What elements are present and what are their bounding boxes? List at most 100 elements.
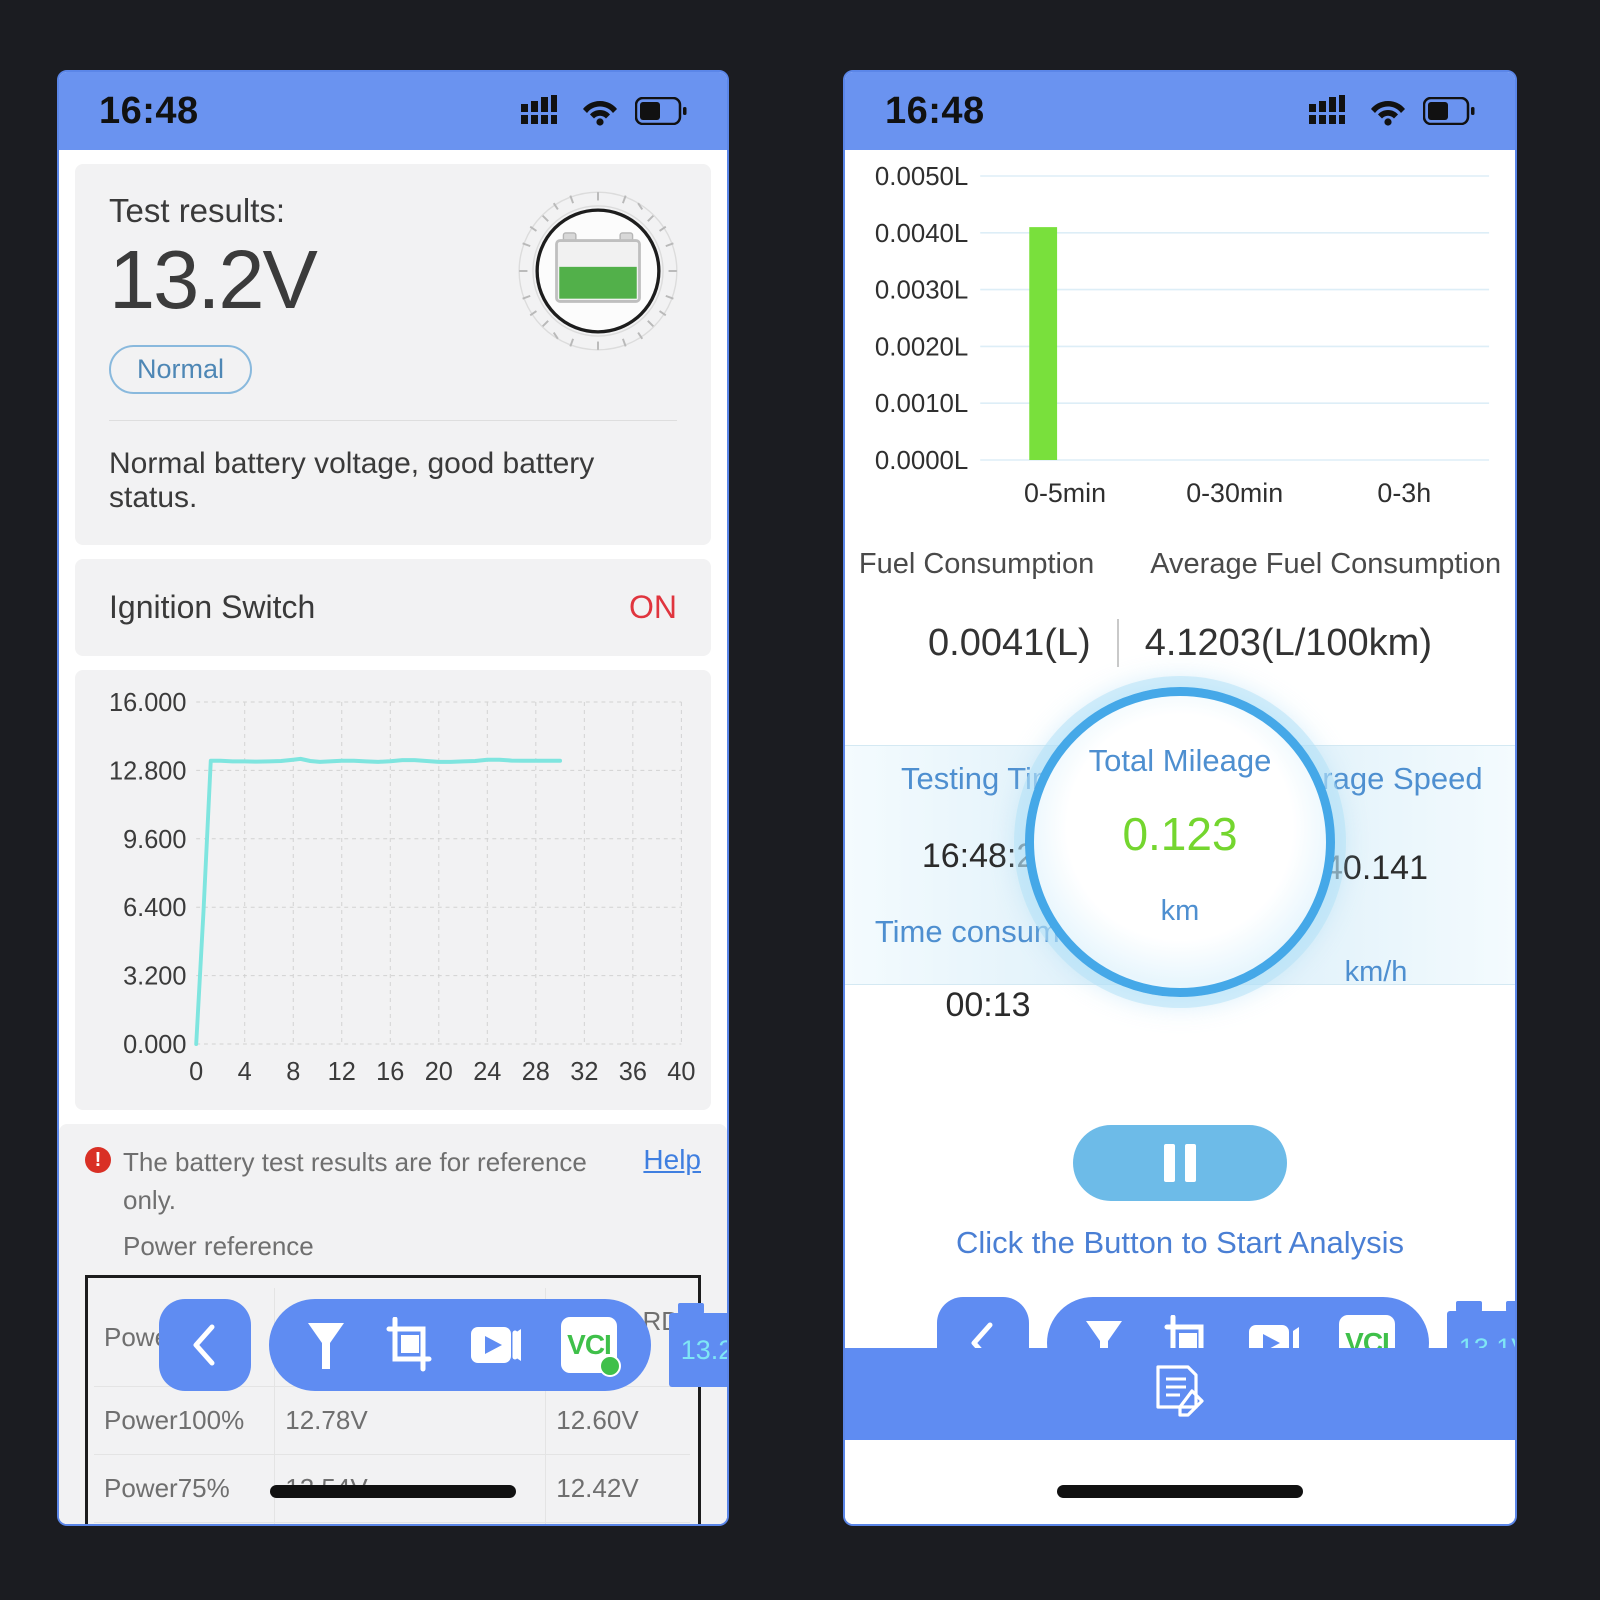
table-cell: 12.60V <box>545 1386 690 1456</box>
svg-text:0.0040L: 0.0040L <box>875 220 968 248</box>
table-cell: Power75% <box>94 1454 276 1524</box>
fuel-legend: Fuel Consumption Average Fuel Consumptio… <box>845 548 1515 581</box>
power-reference-text: Power reference <box>123 1230 314 1261</box>
table-cell: 12.78V <box>274 1386 547 1456</box>
svg-text:0.000: 0.000 <box>123 1031 186 1059</box>
table-cell: 12.30V <box>274 1522 547 1524</box>
home-indicator-left <box>270 1485 516 1498</box>
mileage-gauge-block: Testing Time 16:48:21 Time consuming 00:… <box>845 677 1515 1107</box>
fuel-consumption-value: 0.0041(L) <box>928 621 1091 664</box>
chevron-left-icon <box>193 1324 215 1366</box>
legend-item-fuel: Fuel Consumption <box>858 548 1095 580</box>
warning-icon: ! <box>85 1147 111 1174</box>
toolbar-actions-left: VCI <box>269 1299 651 1391</box>
svg-text:8: 8 <box>286 1058 300 1086</box>
battery-body: 13.2V <box>669 1313 727 1387</box>
car-battery-gauge-icon <box>518 191 678 351</box>
help-link[interactable]: Help <box>643 1144 701 1176</box>
phone-left: 16:48 Test results: 13.2V Normal Normal … <box>57 70 729 1526</box>
legend-item-average-fuel: Average Fuel Consumption <box>1150 548 1502 580</box>
wifi-icon <box>1371 101 1405 126</box>
reference-note-text: The battery test results are for referen… <box>123 1147 587 1215</box>
analysis-hint-text: Click the Button to Start Analysis <box>956 1225 1404 1260</box>
table-cell: 12.42V <box>545 1454 690 1524</box>
voltage-chart-svg: 0.000 3.200 6.400 9.600 12.800 16.000 0 4 8 12 16 2… <box>109 689 695 1086</box>
pause-icon <box>1185 1144 1196 1182</box>
vehicle-battery-badge[interactable]: 13.2V <box>669 1303 729 1387</box>
svg-text:32: 32 <box>570 1058 598 1086</box>
svg-text:0.0020L: 0.0020L <box>875 333 968 361</box>
video-record-icon[interactable] <box>469 1321 527 1369</box>
time-consuming-value: 00:13 <box>945 986 1031 1024</box>
phone-right: 16:48 0.0000L 0.0010L 0.0020L 0.0030L 0.… <box>843 70 1517 1526</box>
svg-text:0-3h: 0-3h <box>1377 478 1431 508</box>
svg-text:0.0000L: 0.0000L <box>875 447 968 475</box>
svg-text:6.400: 6.400 <box>123 894 186 922</box>
status-bar-left: 16:48 <box>59 72 727 150</box>
table-cell: 12.24V <box>545 1522 690 1524</box>
svg-text:36: 36 <box>619 1058 647 1086</box>
voltage-line-chart: 0.000 3.200 6.400 9.600 12.800 16.000 0 4 8 12 16 2… <box>91 688 695 1096</box>
cellular-signal-icon <box>521 95 557 124</box>
screenshot-crop-icon[interactable] <box>383 1317 435 1373</box>
status-time: 16:48 <box>99 89 199 132</box>
status-icons <box>1309 95 1475 127</box>
battery-icon <box>1423 97 1475 125</box>
svg-text:4: 4 <box>238 1058 252 1086</box>
battery-terminal-right <box>728 1303 729 1314</box>
svg-text:0-30min: 0-30min <box>1186 478 1283 508</box>
ignition-switch-label: Ignition Switch <box>109 589 316 626</box>
svg-text:24: 24 <box>473 1058 501 1086</box>
screen-right: 0.0000L 0.0010L 0.0020L 0.0030L 0.0040L 0.005… <box>845 162 1515 1524</box>
total-mileage-unit: km <box>1160 894 1200 927</box>
status-time: 16:48 <box>885 89 985 132</box>
svg-text:12: 12 <box>328 1058 356 1086</box>
fuel-values-row: 0.0041(L) 4.1203(L/100km) <box>845 619 1515 667</box>
svg-text:40: 40 <box>667 1058 695 1086</box>
total-mileage-label: Total Mileage <box>1088 742 1272 778</box>
home-indicator-right <box>1057 1485 1303 1498</box>
battery-voltage-label: 13.2V <box>680 1334 727 1365</box>
svg-text:0.0010L: 0.0010L <box>875 390 968 418</box>
report-footer-bar[interactable] <box>845 1348 1515 1440</box>
test-results-description: Normal battery voltage, good battery sta… <box>109 447 595 515</box>
status-icons <box>521 95 687 127</box>
screen-left: Test results: 13.2V Normal Normal batter… <box>59 164 729 1524</box>
table-cell: Power100% <box>94 1386 276 1456</box>
ignition-switch-row[interactable]: Ignition Switch ON <box>75 559 711 657</box>
status-bar-right: 16:48 <box>845 72 1515 150</box>
ignition-switch-value: ON <box>629 589 677 626</box>
cellular-signal-icon <box>1309 95 1345 124</box>
report-edit-icon <box>1156 1365 1204 1417</box>
svg-text:20: 20 <box>425 1058 453 1086</box>
total-mileage-value: 0.123 <box>1122 807 1238 860</box>
svg-text:3.200: 3.200 <box>123 962 186 990</box>
reference-note-line: ! The battery test results are for refer… <box>85 1144 701 1219</box>
battery-icon <box>635 97 687 125</box>
table-row: Power50% 12.30V 12.24V <box>94 1522 690 1524</box>
wifi-icon <box>583 101 617 126</box>
pause-icon <box>1164 1144 1175 1182</box>
svg-text:0.0030L: 0.0030L <box>875 277 968 305</box>
floating-toolbar-left: VCI 13.2V <box>159 1299 729 1391</box>
status-badge: Normal <box>109 345 253 395</box>
flashlight-icon[interactable] <box>303 1317 349 1373</box>
average-fuel-consumption-value: 4.1203(L/100km) <box>1144 621 1432 664</box>
pause-analysis-button[interactable] <box>1073 1125 1287 1201</box>
svg-text:28: 28 <box>522 1058 550 1086</box>
test-results-card: Test results: 13.2V Normal Normal batter… <box>75 164 711 546</box>
svg-text:16.000: 16.000 <box>109 689 186 717</box>
vci-icon[interactable]: VCI <box>561 1317 621 1377</box>
svg-text:0: 0 <box>189 1058 203 1086</box>
fuel-bar-chart: 0.0000L 0.0010L 0.0020L 0.0030L 0.0040L 0.005… <box>855 162 1505 522</box>
svg-text:16: 16 <box>376 1058 404 1086</box>
table-row: Power100% 12.78V 12.60V <box>94 1386 690 1456</box>
svg-text:9.600: 9.600 <box>123 826 186 854</box>
back-button[interactable] <box>159 1299 251 1391</box>
svg-text:0-5min: 0-5min <box>1024 478 1106 508</box>
vci-connected-badge <box>599 1355 621 1377</box>
svg-text:0.0050L: 0.0050L <box>875 163 968 191</box>
voltage-chart-card: 0.000 3.200 6.400 9.600 12.800 16.000 0 4 8 12 16 2… <box>75 670 711 1111</box>
average-speed-unit: km/h <box>1344 956 1408 988</box>
table-cell: Power50% <box>94 1522 276 1524</box>
